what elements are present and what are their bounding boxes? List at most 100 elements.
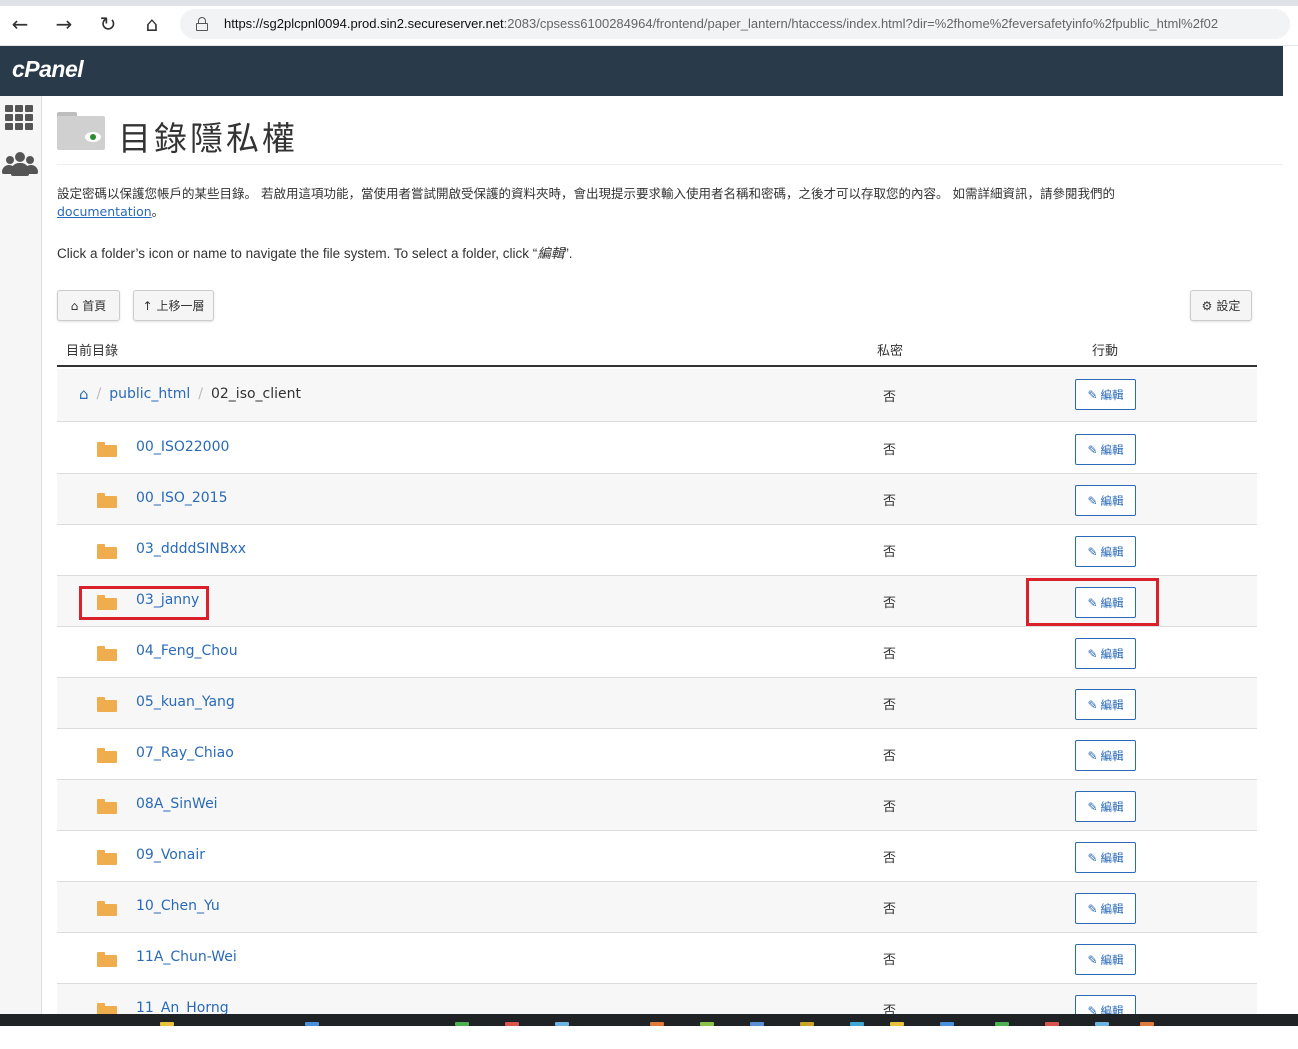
description-text: 設定密碼以保護您帳戶的某些目錄。 若啟用這項功能，當使用者嘗試開啟受保護的資料夾… xyxy=(57,186,1115,201)
edit-button[interactable]: ✎ 編輯 xyxy=(1075,842,1136,873)
documentation-link[interactable]: documentation xyxy=(57,204,152,219)
folder-icon[interactable] xyxy=(97,850,117,865)
private-status: 否 xyxy=(883,902,897,917)
url-text[interactable]: https://sg2plcpnl0094.prod.sin2.securese… xyxy=(224,16,1284,31)
breadcrumb-current: 02_iso_client xyxy=(210,386,301,402)
pencil-icon: ✎ xyxy=(1087,850,1098,865)
breadcrumb-separator: / xyxy=(96,386,102,402)
column-action: 行動 xyxy=(1092,344,1119,359)
hint-prefix: Click a folder’s icon or name to navigat… xyxy=(57,246,538,261)
folder-name-link[interactable]: 10_Chen_Yu xyxy=(136,898,220,914)
breadcrumb-home-icon[interactable]: ⌂ xyxy=(79,385,89,403)
folder-name-link[interactable]: 03_ddddSINBxx xyxy=(136,541,246,557)
folder-name-link[interactable]: 07_Ray_Chiao xyxy=(136,745,234,761)
edit-label: 編輯 xyxy=(1100,799,1124,814)
edit-button[interactable]: ✎ 編輯 xyxy=(1075,379,1136,410)
grid-icon[interactable] xyxy=(5,105,34,131)
folder-icon[interactable] xyxy=(97,646,117,661)
url-path: :2083/cpsess6100284964/frontend/paper_la… xyxy=(503,16,1219,31)
highlight-folder-03-janny xyxy=(79,586,209,620)
folder-icon[interactable] xyxy=(97,799,117,814)
private-status: 否 xyxy=(883,698,897,713)
reload-button[interactable]: ↻ xyxy=(96,12,120,36)
breadcrumb: ⌂ / public_html / 02_iso_client xyxy=(79,385,301,403)
table-header: 目前目錄 私密 行動 xyxy=(57,330,1257,367)
pencil-icon: ✎ xyxy=(1087,748,1098,763)
folder-name-link[interactable]: 08A_SinWei xyxy=(136,796,218,812)
edit-button[interactable]: ✎ 編輯 xyxy=(1075,689,1136,720)
private-status: 否 xyxy=(883,443,897,458)
folder-icon[interactable] xyxy=(97,442,117,457)
browser-toolbar: ← → ↻ ⌂ https://sg2plcpnl0094.prod.sin2.… xyxy=(0,0,1298,46)
folder-icon[interactable] xyxy=(97,544,117,559)
folder-name-link[interactable]: 00_ISO22000 xyxy=(136,439,229,455)
table-row: 10_Chen_Yu 否 ✎ 編輯 xyxy=(57,882,1257,933)
folder-name-link[interactable]: 05_kuan_Yang xyxy=(136,694,235,710)
screen-bottom xyxy=(0,1026,1298,1049)
url-host: https://sg2plcpnl0094.prod.sin2.securese… xyxy=(224,16,504,31)
table-row: 00_ISO_2015 否 ✎ 編輯 xyxy=(57,474,1257,525)
folder-icon[interactable] xyxy=(97,952,117,967)
pencil-icon: ✎ xyxy=(1087,442,1098,457)
table-row: 00_ISO22000 否 ✎ 編輯 xyxy=(57,423,1257,474)
home-dir-button[interactable]: ⌂ 首頁 xyxy=(57,290,120,321)
private-status: 否 xyxy=(883,545,897,560)
gear-icon: ⚙ xyxy=(1201,298,1213,313)
pencil-icon: ✎ xyxy=(1087,646,1098,661)
private-status: 否 xyxy=(883,390,897,405)
back-button[interactable]: ← xyxy=(8,12,32,36)
edit-button[interactable]: ✎ 編輯 xyxy=(1075,893,1136,924)
table-row: 11A_Chun-Wei 否 ✎ 編輯 xyxy=(57,933,1257,984)
table-row: 04_Feng_Chou 否 ✎ 編輯 xyxy=(57,627,1257,678)
edit-label: 編輯 xyxy=(1100,544,1124,559)
edit-button[interactable]: ✎ 編輯 xyxy=(1075,944,1136,975)
home-icon: ⌂ xyxy=(70,298,79,313)
edit-button[interactable]: ✎ 編輯 xyxy=(1075,434,1136,465)
folder-icon[interactable] xyxy=(97,493,117,508)
edit-label: 編輯 xyxy=(1100,493,1124,508)
pencil-icon: ✎ xyxy=(1087,697,1098,712)
edit-label: 編輯 xyxy=(1100,901,1124,916)
private-status: 否 xyxy=(883,851,897,866)
folder-name-link[interactable]: 04_Feng_Chou xyxy=(136,643,238,659)
settings-button[interactable]: ⚙ 設定 xyxy=(1190,290,1252,321)
edit-label: 編輯 xyxy=(1100,697,1124,712)
private-status: 否 xyxy=(883,647,897,662)
settings-label: 設定 xyxy=(1216,299,1241,313)
up-one-level-label: 上移一層 xyxy=(156,299,205,313)
table-row: 03_ddddSINBxx 否 ✎ 編輯 xyxy=(57,525,1257,576)
edit-button[interactable]: ✎ 編輯 xyxy=(1075,485,1136,516)
folder-icon[interactable] xyxy=(97,748,117,763)
folder-icon[interactable] xyxy=(97,901,117,916)
edit-button[interactable]: ✎ 編輯 xyxy=(1075,740,1136,771)
folder-name-link[interactable]: 11A_Chun-Wei xyxy=(136,949,237,965)
lock-icon[interactable] xyxy=(196,17,208,31)
column-current-directory: 目前目錄 xyxy=(66,344,119,359)
sidebar xyxy=(0,96,42,1026)
users-icon[interactable] xyxy=(2,152,38,178)
folder-name-link[interactable]: 00_ISO_2015 xyxy=(136,490,227,506)
title-divider xyxy=(57,164,1283,165)
forward-button[interactable]: → xyxy=(52,12,76,36)
folder-name-link[interactable]: 09_Vonair xyxy=(136,847,205,863)
breadcrumb-row: ⌂ / public_html / 02_iso_client 否 ✎ 編輯 xyxy=(57,369,1257,422)
cpanel-logo[interactable]: cPanel xyxy=(12,56,84,83)
edit-label: 編輯 xyxy=(1100,748,1124,763)
window-edge xyxy=(1283,46,1298,1026)
private-status: 否 xyxy=(883,596,897,611)
pencil-icon: ✎ xyxy=(1087,952,1098,967)
breadcrumb-public-html[interactable]: public_html xyxy=(109,386,190,402)
edit-button[interactable]: ✎ 編輯 xyxy=(1075,536,1136,567)
edit-button[interactable]: ✎ 編輯 xyxy=(1075,791,1136,822)
navigation-hint: Click a folder’s icon or name to navigat… xyxy=(57,242,572,262)
pencil-icon: ✎ xyxy=(1087,544,1098,559)
home-button[interactable]: ⌂ xyxy=(140,12,164,36)
up-one-level-button[interactable]: ↑ 上移一層 xyxy=(133,290,214,321)
description-suffix: 。 xyxy=(151,204,165,219)
breadcrumb-separator: / xyxy=(198,386,203,402)
edit-button[interactable]: ✎ 編輯 xyxy=(1075,638,1136,669)
table-row: 07_Ray_Chiao 否 ✎ 編輯 xyxy=(57,729,1257,780)
folder-icon[interactable] xyxy=(97,697,117,712)
table-row: 05_kuan_Yang 否 ✎ 編輯 xyxy=(57,678,1257,729)
arrow-up-icon: ↑ xyxy=(142,298,153,313)
